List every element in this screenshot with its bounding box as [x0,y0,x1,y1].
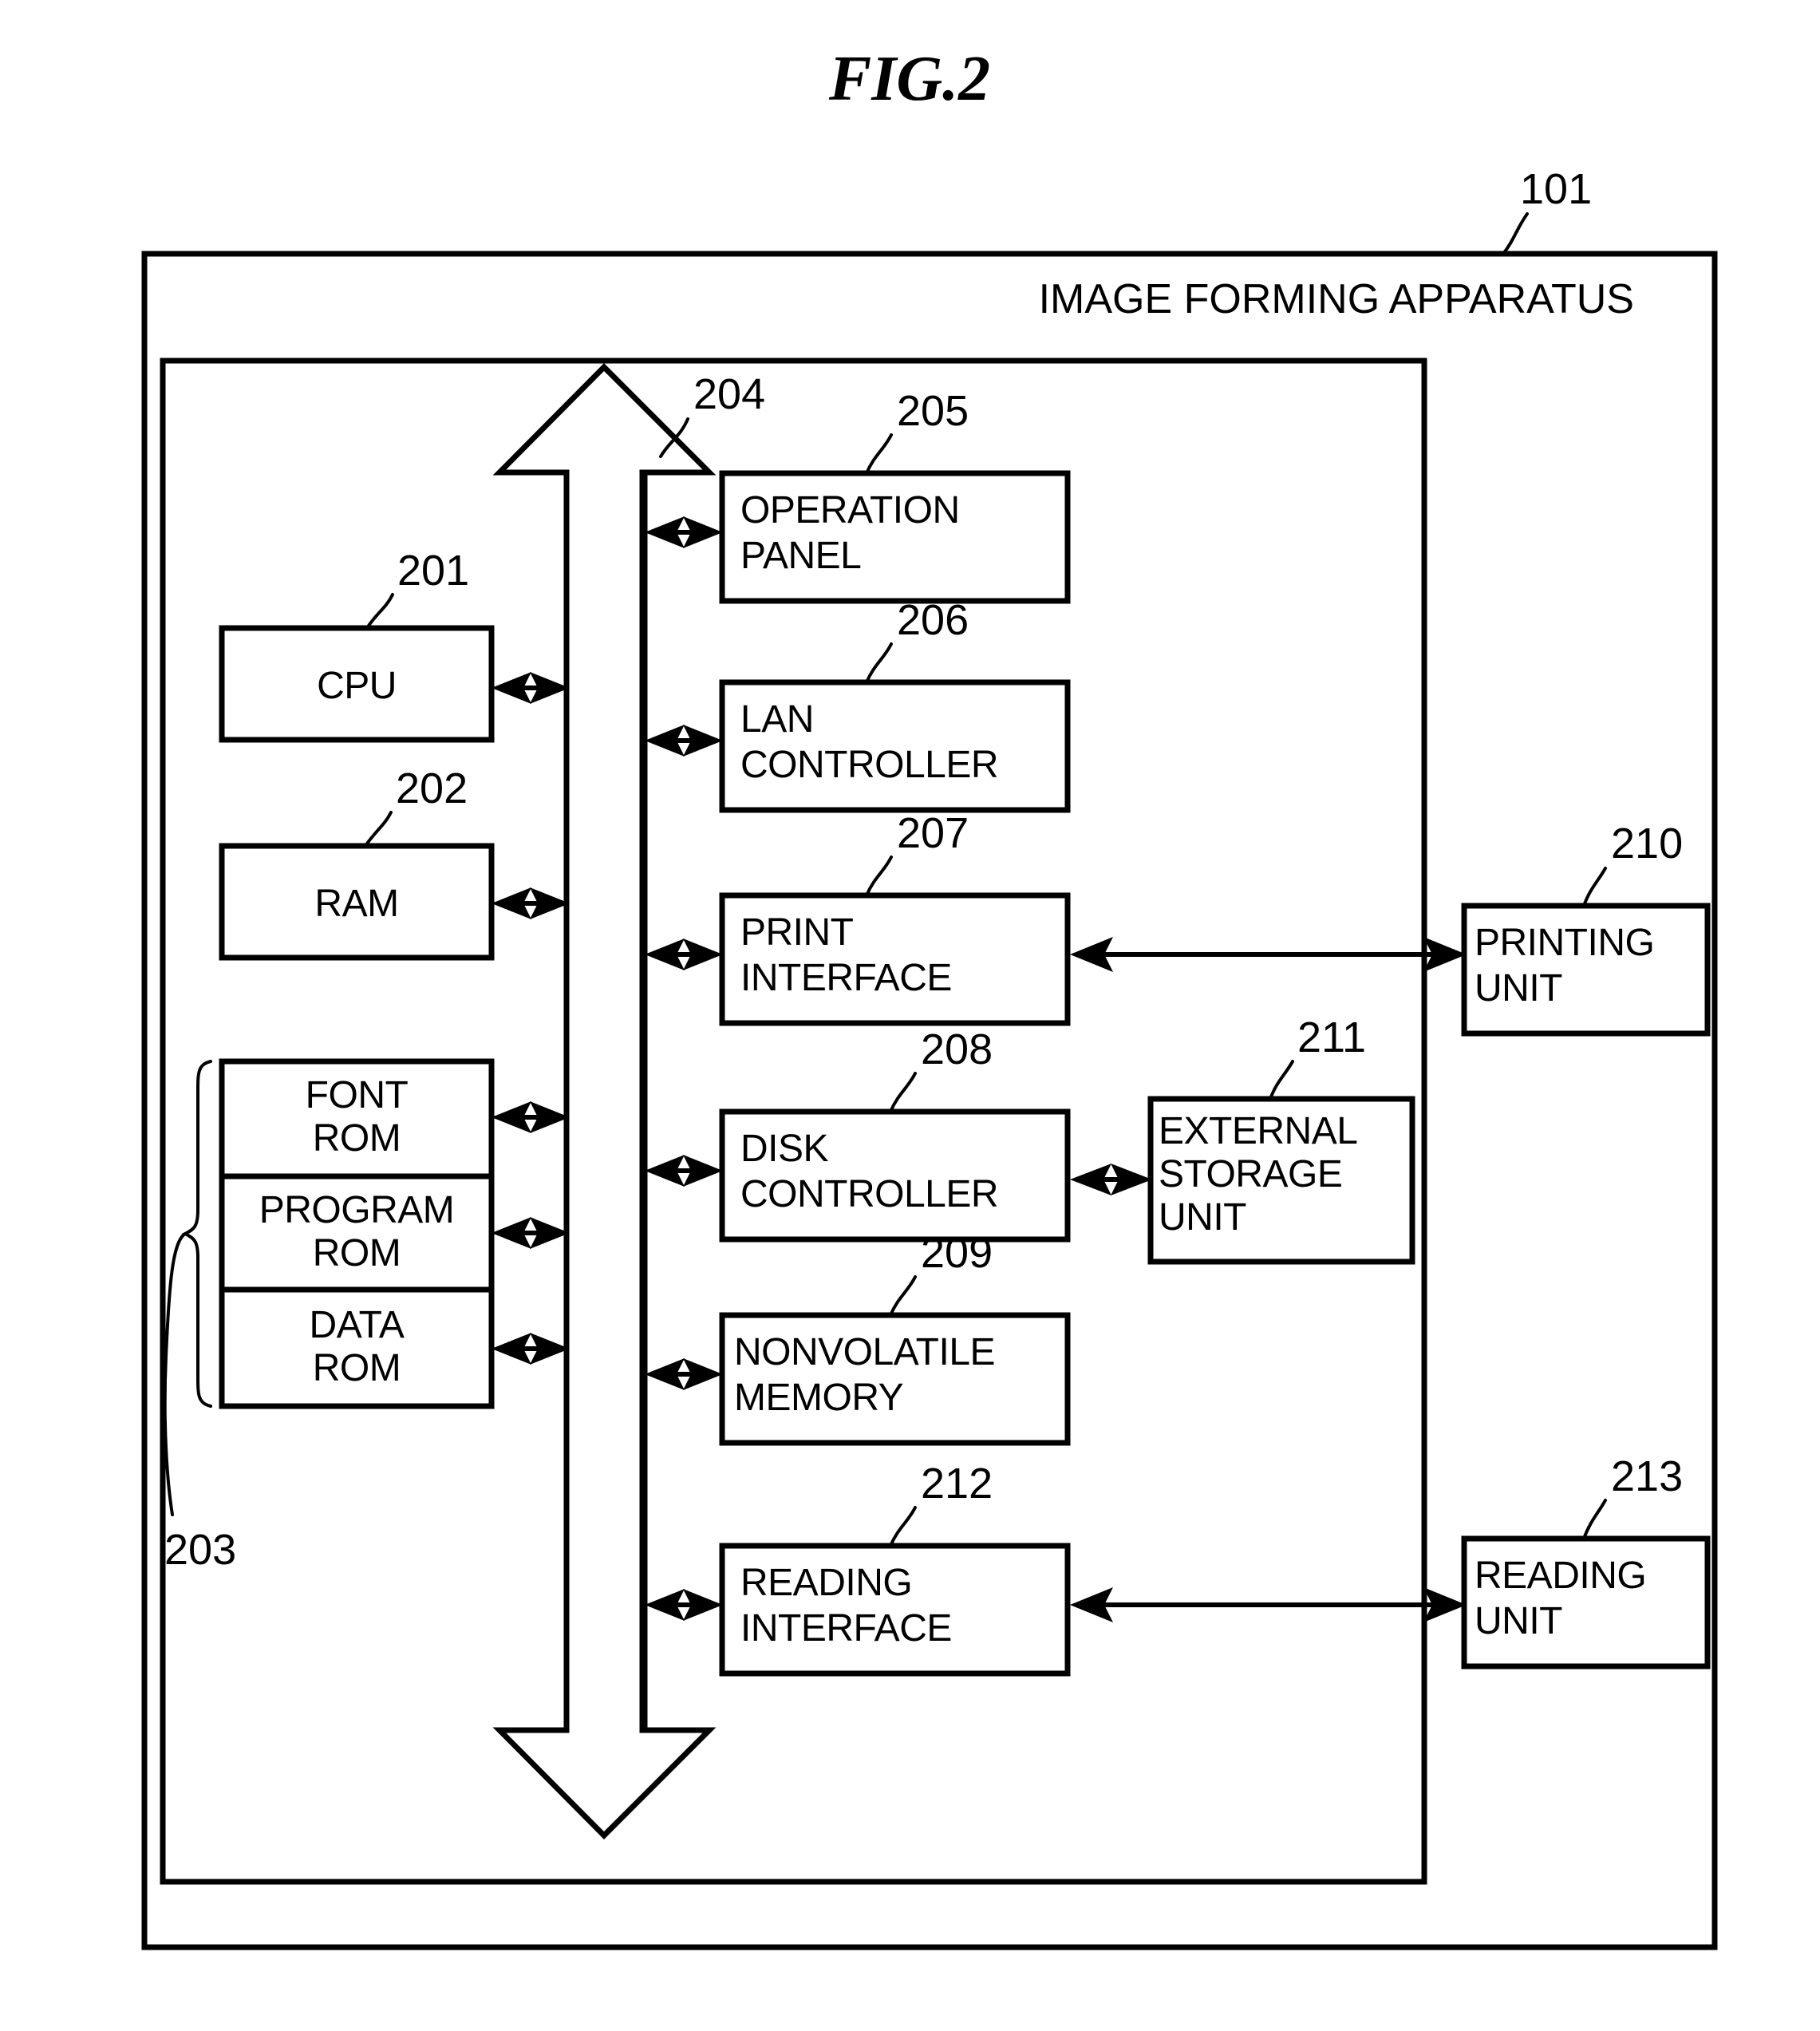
block-printing-unit-label-line1: PRINTING [1475,922,1654,964]
block-ram-label: RAM [314,883,398,925]
apparatus-ref-number: 101 [1520,165,1592,213]
apparatus-title-label: IMAGE FORMING APPARATUS [1039,276,1634,322]
arrow-disk-controller-bus [645,1155,723,1187]
block-program-rom-label-line2: ROM [313,1232,401,1274]
block-print-interface-label-line2: INTERFACE [740,957,952,999]
arrow-reading-interface-bus [645,1589,723,1621]
block-font-rom-label-line2: ROM [313,1117,401,1160]
block-diagram-svg: FIG.2 IMAGE FORMING APPARATUS 101 204 CP… [141,44,1718,1950]
rom-group-brace [181,1060,212,1408]
ram-ref-number: 202 [396,765,468,812]
arrow-ram-bus [492,887,570,919]
lan-controller-ref-number: 206 [897,596,969,644]
arrow-cpu-bus [492,672,570,704]
arrow-operation-panel-bus [645,516,723,548]
block-font-rom-label-line1: FONT [306,1074,409,1116]
reading-unit-ref-number: 213 [1611,1452,1683,1500]
arrow-print-interface-bus [645,938,723,970]
figure-title: FIG.2 [828,44,990,114]
bus-ref-number: 204 [693,370,765,418]
block-disk-controller-label-line2: CONTROLLER [740,1173,998,1215]
block-external-storage-unit-label-line3: UNIT [1159,1196,1246,1239]
block-operation-panel-label-line1: OPERATION [740,489,960,531]
block-print-interface-label-line1: PRINT [740,911,854,954]
reading-interface-ref-number: 212 [921,1460,993,1507]
arrow-lan-controller-bus [645,725,723,757]
block-reading-interface-label-line2: INTERFACE [740,1607,952,1650]
reading-interface-ref-leader [889,1506,917,1547]
block-data-rom-label-line1: DATA [310,1304,405,1346]
nonvolatile-memory-ref-number: 209 [921,1229,993,1277]
figure-canvas: FIG.2 IMAGE FORMING APPARATUS 101 204 CP… [0,0,1820,2031]
arrow-nonvolatile-memory-bus [645,1358,723,1390]
block-operation-panel-label-line2: PANEL [740,535,861,577]
block-printing-unit-label-line2: UNIT [1475,967,1562,1010]
cpu-ref-number: 201 [397,547,469,595]
external-storage-unit-ref-leader [1269,1060,1294,1100]
block-lan-controller-label-line2: CONTROLLER [740,744,998,786]
reading-unit-ref-leader [1582,1499,1607,1540]
block-disk-controller-label-line1: DISK [740,1128,829,1170]
arrow-font-rom-bus [492,1101,570,1133]
rom-group-ref-number: 203 [164,1526,236,1574]
block-external-storage-unit-label-line1: EXTERNAL [1159,1110,1357,1152]
arrow-program-rom-bus [492,1217,570,1249]
lan-controller-ref-leader [865,642,893,684]
arrow-reading-interface-reading-unit [1070,1587,1467,1622]
cpu-ref-leader [365,593,394,630]
printing-unit-ref-number: 210 [1611,820,1683,867]
arrow-disk-controller-external-storage [1070,1164,1152,1195]
printing-unit-ref-leader [1582,867,1607,907]
arrow-data-rom-bus [492,1333,570,1365]
external-storage-unit-ref-number: 211 [1297,1014,1366,1061]
block-program-rom-label-line1: PROGRAM [259,1189,455,1231]
block-nonvolatile-memory-label-line1: NONVOLATILE [734,1331,995,1373]
block-reading-unit-label-line1: READING [1475,1555,1646,1597]
operation-panel-ref-leader [865,433,893,475]
block-cpu-label: CPU [317,665,397,707]
block-lan-controller-label-line1: LAN [740,698,814,741]
print-interface-ref-number: 207 [897,809,969,857]
disk-controller-ref-leader [889,1072,917,1113]
block-external-storage-unit-label-line2: STORAGE [1159,1153,1342,1195]
arrow-print-interface-printing-unit [1070,937,1467,972]
disk-controller-ref-number: 208 [921,1025,993,1073]
apparatus-ref-leader [1502,212,1529,255]
rom-group-ref-leader [163,1232,187,1516]
block-data-rom-label-line2: ROM [313,1347,401,1389]
operation-panel-ref-number: 205 [897,387,969,435]
print-interface-ref-leader [865,855,893,897]
block-reading-interface-label-line1: READING [740,1562,912,1604]
block-reading-unit-label-line2: UNIT [1475,1600,1562,1642]
nonvolatile-memory-ref-leader [889,1275,917,1317]
block-nonvolatile-memory-label-line2: MEMORY [734,1377,903,1419]
ram-ref-leader [364,811,393,848]
